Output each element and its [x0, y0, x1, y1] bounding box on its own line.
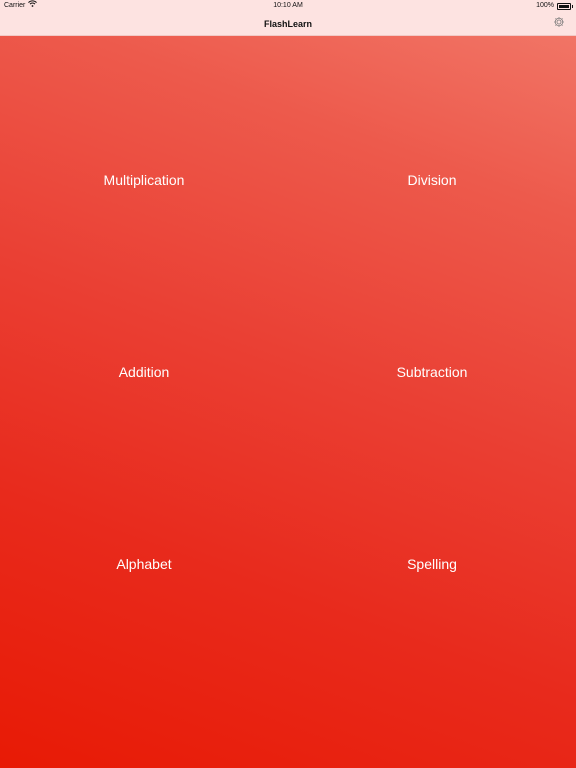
settings-button[interactable] [552, 17, 566, 31]
battery-tip [572, 4, 573, 8]
status-right: 100% [536, 0, 573, 12]
navigation-bar: FlashLearn [0, 12, 576, 36]
app-screen: Carrier 10:10 AM 100% FlashLearn Multipl… [0, 0, 576, 768]
status-time: 10:10 AM [273, 2, 303, 9]
battery-icon [557, 2, 573, 10]
category-subtraction[interactable]: Subtraction [288, 354, 576, 390]
top-chrome: Carrier 10:10 AM 100% FlashLearn [0, 0, 576, 36]
category-multiplication[interactable]: Multiplication [0, 162, 288, 198]
gear-icon [553, 15, 565, 33]
battery-percent: 100% [536, 2, 554, 9]
category-division[interactable]: Division [288, 162, 576, 198]
battery-fill [559, 4, 569, 8]
status-bar: Carrier 10:10 AM 100% [0, 0, 576, 12]
app-title: FlashLearn [263, 19, 312, 29]
category-spelling[interactable]: Spelling [288, 546, 576, 582]
category-alphabet[interactable]: Alphabet [0, 546, 288, 582]
category-grid: Multiplication Division Addition Subtrac… [0, 37, 576, 768]
category-addition[interactable]: Addition [0, 354, 288, 390]
